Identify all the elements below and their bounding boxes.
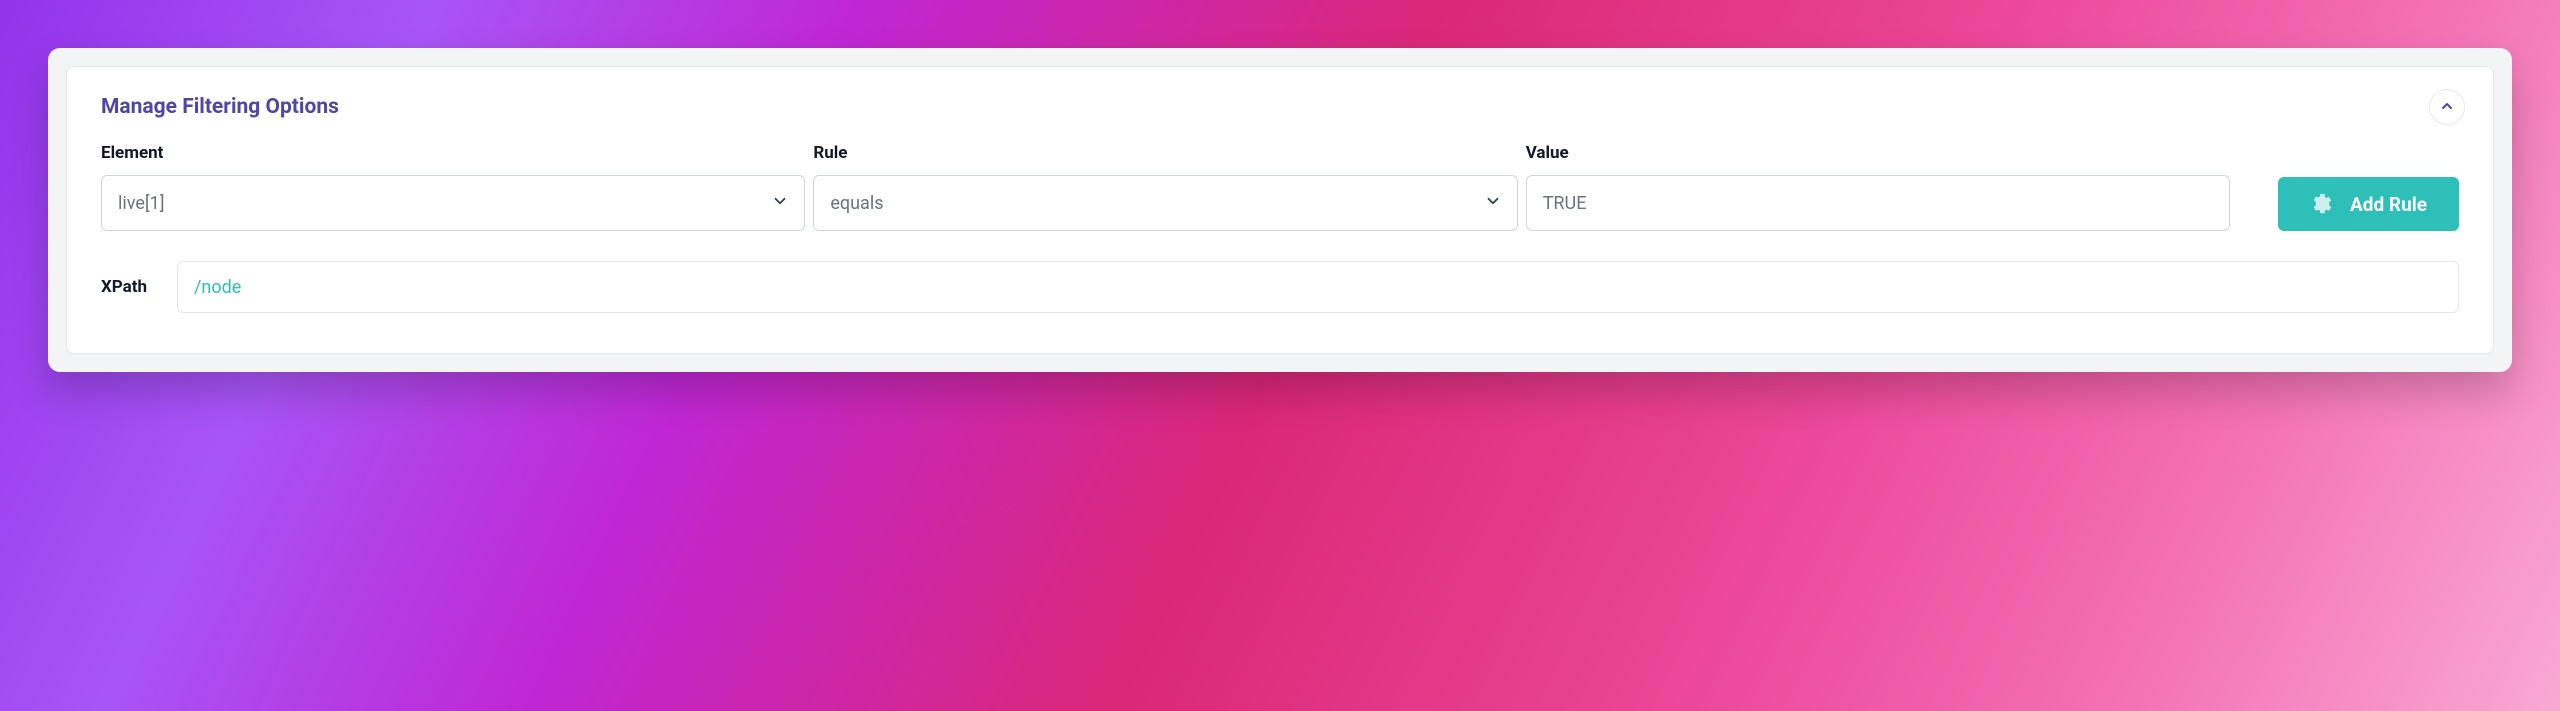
rule-select[interactable] bbox=[813, 175, 1517, 231]
filter-panel-inner: Manage Filtering Options Element Rule bbox=[66, 66, 2494, 354]
element-select-wrapper bbox=[101, 175, 805, 231]
xpath-input[interactable] bbox=[177, 261, 2459, 313]
value-field-group: Value bbox=[1526, 143, 2230, 231]
value-input[interactable] bbox=[1526, 175, 2230, 231]
filter-panel-card: Manage Filtering Options Element Rule bbox=[48, 48, 2512, 372]
rule-select-wrapper bbox=[813, 175, 1517, 231]
gears-icon bbox=[2310, 193, 2332, 215]
add-rule-label: Add Rule bbox=[2350, 193, 2427, 216]
xpath-row: XPath bbox=[101, 261, 2459, 313]
element-label: Element bbox=[101, 143, 805, 163]
xpath-label: XPath bbox=[101, 277, 153, 297]
panel-title: Manage Filtering Options bbox=[101, 95, 2459, 119]
element-field-group: Element bbox=[101, 143, 805, 231]
rule-field-group: Rule bbox=[813, 143, 1517, 231]
rule-label: Rule bbox=[813, 143, 1517, 163]
chevron-up-icon bbox=[2439, 98, 2455, 117]
filter-row: Element Rule Value bbox=[101, 143, 2459, 231]
collapse-button[interactable] bbox=[2429, 89, 2465, 125]
value-label: Value bbox=[1526, 143, 2230, 163]
element-select[interactable] bbox=[101, 175, 805, 231]
add-rule-button[interactable]: Add Rule bbox=[2278, 177, 2459, 231]
